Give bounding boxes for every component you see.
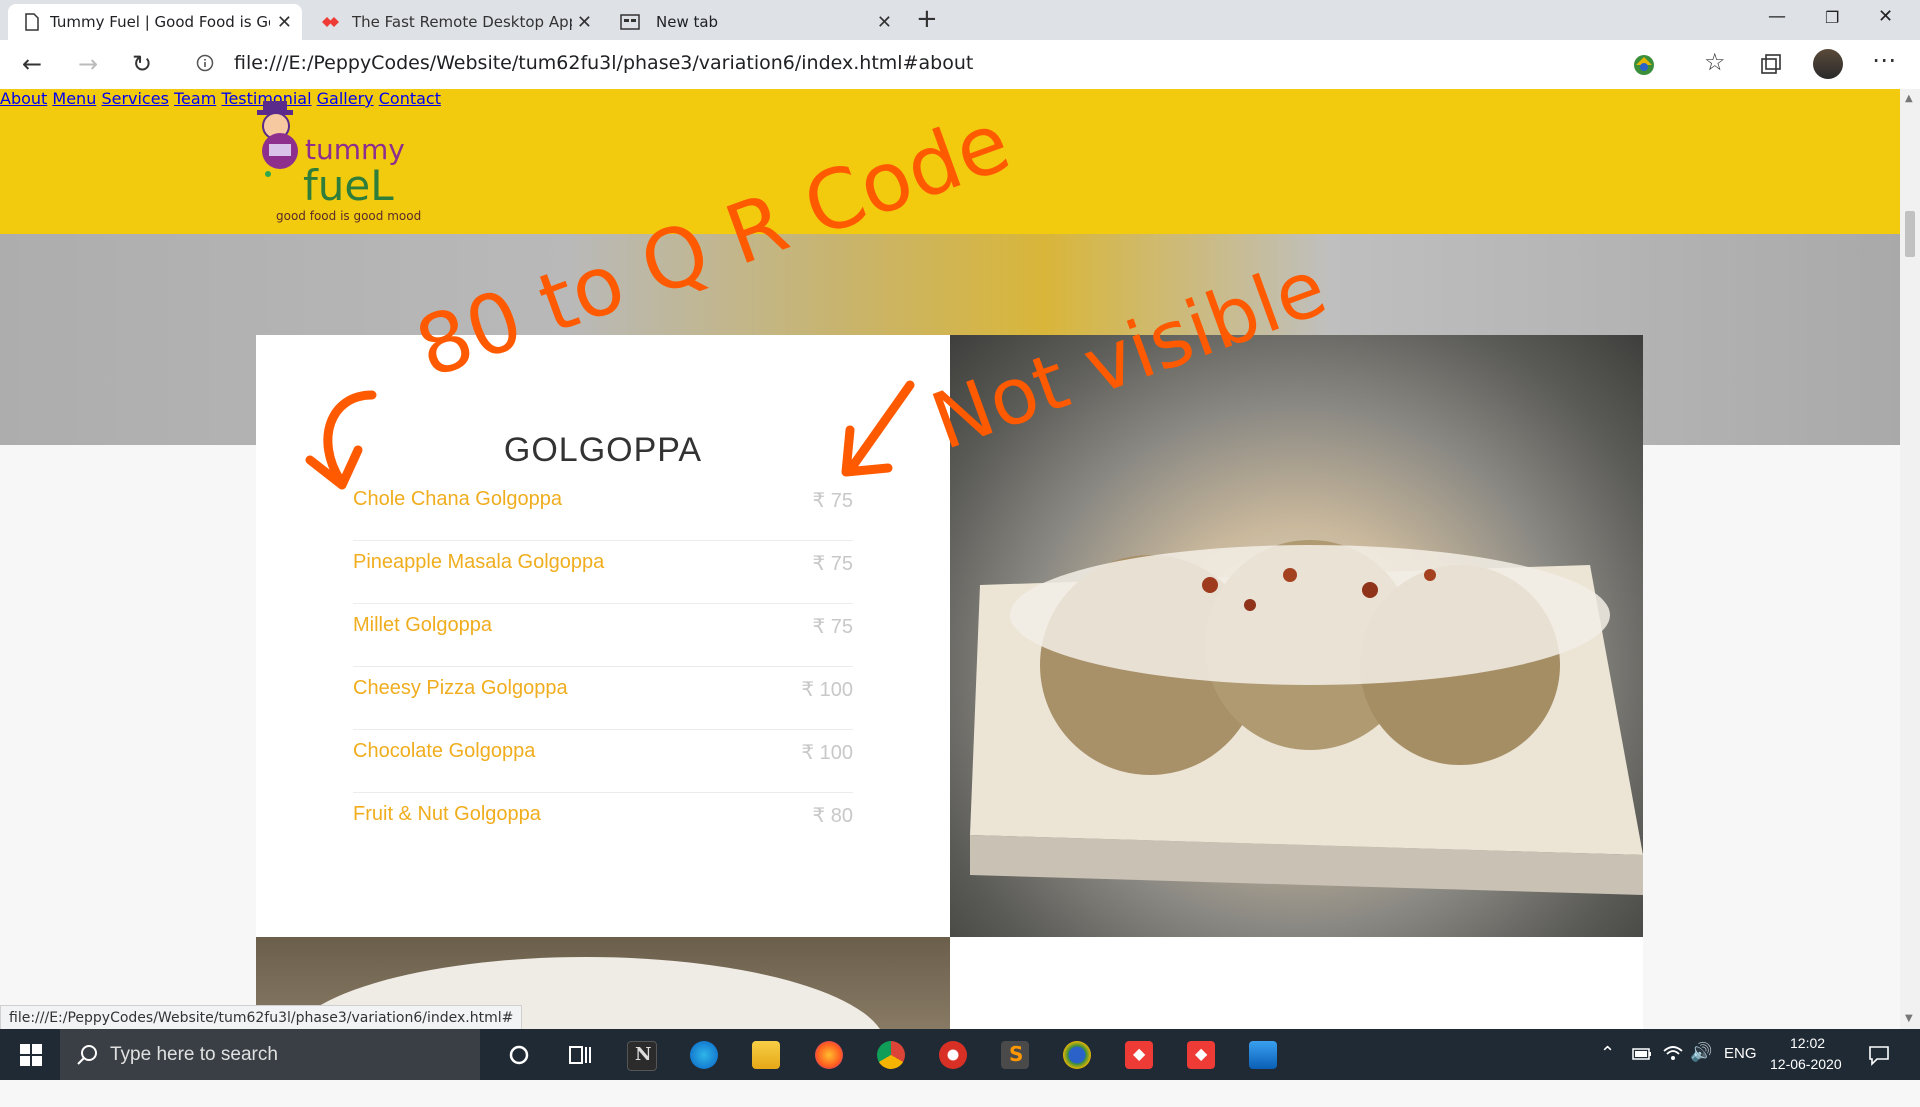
browser-tab-bar: Tummy Fuel | Good Food is Goo ✕ The Fast… [0, 0, 1920, 40]
new-tab-page-icon [620, 14, 640, 30]
page-scrollbar[interactable]: ▲ ▼ [1900, 89, 1920, 1029]
notifications-icon[interactable] [1868, 1044, 1890, 1066]
menu-item[interactable]: Fruit & Nut Golgoppa ₹ 80 [353, 793, 853, 855]
address-bar-row: ← → ↻ file:///E:/PeppyCodes/Website/tum6… [0, 40, 1920, 90]
menu-item-price: ₹ 100 [801, 742, 853, 764]
window-close-icon[interactable]: ✕ [1878, 6, 1893, 27]
scrollbar-thumb[interactable] [1905, 211, 1915, 257]
menu-item-name: Chocolate Golgoppa [353, 740, 536, 762]
minimize-icon[interactable]: — [1768, 6, 1786, 27]
anydesk-taskbar-icon-2[interactable]: ◆ [1187, 1041, 1215, 1069]
menu-item-price: ₹ 75 [812, 616, 853, 638]
forward-icon[interactable]: → [78, 50, 98, 78]
menu-item[interactable]: Cheesy Pizza Golgoppa ₹ 100 [353, 667, 853, 730]
menu-item[interactable]: Chocolate Golgoppa ₹ 100 [353, 730, 853, 793]
page-viewport: tummy fueL good food is good mood About … [0, 89, 1900, 1029]
menu-item[interactable]: Pineapple Masala Golgoppa ₹ 75 [353, 541, 853, 604]
menu-item-name: Millet Golgoppa [353, 614, 492, 636]
back-icon[interactable]: ← [22, 50, 42, 78]
battery-icon[interactable] [1632, 1047, 1652, 1061]
menu-card: GOLGOPPA Chole Chana Golgoppa ₹ 75 Pineap… [256, 335, 950, 937]
scroll-up-icon[interactable]: ▲ [1905, 93, 1913, 104]
tab-remote-desktop[interactable]: The Fast Remote Desktop Applic ✕ [310, 4, 602, 40]
anydesk-taskbar-icon[interactable]: ◆ [1125, 1041, 1153, 1069]
sublime-text-icon[interactable]: S [1001, 1041, 1029, 1069]
menu-item-name: Cheesy Pizza Golgoppa [353, 677, 568, 699]
profile-avatar[interactable] [1813, 49, 1843, 79]
notion-icon[interactable]: N [627, 1041, 657, 1071]
golgoppa-plate-image [970, 540, 1643, 895]
close-tab-icon[interactable]: ✕ [877, 12, 892, 33]
info-icon [196, 54, 214, 72]
edge-browser-icon[interactable] [690, 1041, 718, 1069]
more-options-icon[interactable]: ⋯ [1872, 46, 1896, 74]
wifi-icon[interactable] [1662, 1043, 1684, 1063]
search-placeholder: Type here to search [110, 1043, 278, 1065]
firefox-icon[interactable] [815, 1041, 843, 1069]
site-logo[interactable]: tummy fueL good food is good mood [255, 99, 445, 224]
globe-app-icon[interactable] [1063, 1041, 1091, 1069]
search-icon [77, 1045, 97, 1065]
menu-item-price: ₹ 100 [801, 679, 853, 701]
extension-icon[interactable] [1632, 53, 1656, 77]
scroll-down-icon[interactable]: ▼ [1905, 1013, 1913, 1024]
menu-item-name: Pineapple Masala Golgoppa [353, 551, 605, 573]
volume-icon[interactable]: 🔊 [1690, 1042, 1712, 1093]
golgoppa-photo [950, 335, 1643, 937]
tab-tummy-fuel[interactable]: Tummy Fuel | Good Food is Goo ✕ [8, 4, 302, 40]
logo-tagline: good food is good mood [276, 209, 422, 223]
refresh-icon[interactable]: ↻ [132, 50, 152, 78]
cortana-icon[interactable] [508, 1044, 530, 1066]
file-explorer-icon[interactable] [752, 1041, 780, 1069]
menu-item-price: ₹ 75 [812, 553, 853, 575]
address-field[interactable]: file:///E:/PeppyCodes/Website/tum62fu3l/… [178, 44, 1608, 82]
photos-icon[interactable] [1249, 1041, 1277, 1069]
anydesk-icon [322, 17, 339, 27]
site-header: tummy fueL good food is good mood About … [0, 89, 1900, 234]
nav-menu[interactable]: Menu [52, 89, 96, 108]
address-url: file:///E:/PeppyCodes/Website/tum62fu3l/… [234, 52, 974, 74]
close-tab-icon[interactable]: ✕ [277, 12, 292, 33]
task-view-icon[interactable] [568, 1044, 592, 1066]
chrome-icon[interactable] [877, 1041, 905, 1069]
menu-item[interactable]: Millet Golgoppa ₹ 75 [353, 604, 853, 667]
menu-item-price: ₹ 75 [812, 490, 853, 512]
nav-about[interactable]: About [0, 89, 47, 108]
menu-item[interactable]: Chole Chana Golgoppa ₹ 75 [353, 478, 853, 541]
taskbar-search[interactable]: Type here to search [60, 1029, 480, 1080]
new-tab-plus-icon[interactable]: + [916, 4, 938, 34]
menu-item-name: Fruit & Nut Golgoppa [353, 803, 541, 825]
tab-new-tab[interactable]: New tab ✕ [610, 4, 902, 40]
clock-date[interactable]: 12-06-2020 [1770, 1056, 1842, 1107]
menu-list: Chole Chana Golgoppa ₹ 75 Pineapple Masal… [353, 478, 853, 855]
tab-title: New tab [656, 13, 719, 31]
nav-team[interactable]: Team [174, 89, 216, 108]
menu-card-title: GOLGOPPA [503, 431, 703, 469]
windows-taskbar: Type here to search N S ◆ ◆ ⌃ 🔊 ENG 12:0… [0, 1029, 1920, 1080]
menu-item-price: ₹ 80 [812, 805, 853, 827]
favorites-icon[interactable]: ☆ [1704, 48, 1726, 76]
tray-expand-icon[interactable]: ⌃ [1600, 1043, 1615, 1094]
close-tab-icon[interactable]: ✕ [577, 12, 592, 33]
collections-icon[interactable] [1760, 53, 1782, 75]
language-indicator[interactable]: ENG [1724, 1045, 1757, 1096]
status-bar-url: file:///E:/PeppyCodes/Website/tum62fu3l/… [0, 1005, 523, 1031]
nav-services[interactable]: Services [101, 89, 168, 108]
restore-icon[interactable]: ❐ [1825, 8, 1839, 27]
page-icon [25, 13, 39, 31]
empty-card [950, 937, 1643, 1029]
logo-word-fuel: fueL [303, 161, 394, 210]
tab-title: Tummy Fuel | Good Food is Goo [50, 13, 270, 31]
menu-item-name: Chole Chana Golgoppa [353, 488, 563, 510]
windows-start-icon[interactable] [20, 1044, 42, 1066]
screen-recorder-icon[interactable] [939, 1041, 967, 1069]
tab-title: The Fast Remote Desktop Applic [352, 13, 572, 31]
